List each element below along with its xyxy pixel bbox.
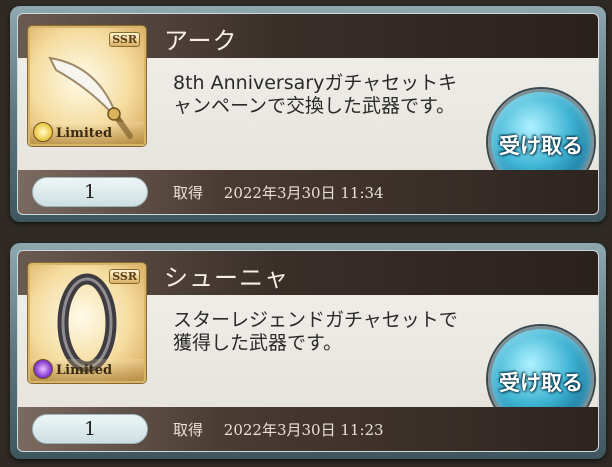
quantity-value: 1 — [83, 418, 97, 440]
acquired-date: 2022年3月30日 11:34 — [223, 184, 384, 202]
item-name: シューニャ — [164, 264, 289, 292]
item-name: アーク — [164, 27, 238, 55]
quantity-value: 1 — [83, 181, 97, 203]
item-card-body: アーク SSR Limited 8th Anniversaryガチャセットキャン… — [17, 13, 599, 215]
receive-button-label: 受け取る — [499, 134, 583, 158]
item-card-body: シューニャ SSR Limited スターレジェンドガチャセットで獲得した武器で… — [17, 250, 599, 452]
acquired-info: 取得 2022年3月30日 11:23 — [173, 419, 384, 440]
item-info-bar: 1 取得 2022年3月30日 11:23 — [18, 407, 598, 451]
limited-label: Limited — [56, 126, 113, 141]
limited-strip: Limited — [30, 122, 144, 144]
acquired-date: 2022年3月30日 11:23 — [223, 421, 384, 439]
item-info-bar: 1 取得 2022年3月30日 11:34 — [18, 170, 598, 214]
acquired-label: 取得 — [173, 421, 204, 439]
quantity-display: 1 — [32, 177, 148, 207]
item-description: 8th Anniversaryガチャセットキャンペーンで交換した武器です。 — [173, 72, 458, 117]
acquired-info: 取得 2022年3月30日 11:34 — [173, 182, 384, 203]
acquired-label: 取得 — [173, 184, 204, 202]
weapon-thumbnail: SSR Limited — [28, 26, 146, 146]
quantity-display: 1 — [32, 414, 148, 444]
light-element-icon — [33, 122, 53, 142]
item-card: アーク SSR Limited 8th Anniversaryガチャセットキャン… — [10, 6, 606, 222]
rarity-badge: SSR — [109, 269, 140, 284]
item-card: シューニャ SSR Limited スターレジェンドガチャセットで獲得した武器で… — [10, 243, 606, 459]
receive-button-label: 受け取る — [499, 371, 583, 395]
rarity-badge: SSR — [109, 32, 140, 47]
limited-strip: Limited — [30, 359, 144, 381]
dark-element-icon — [33, 359, 53, 379]
item-description: スターレジェンドガチャセットで獲得した武器です。 — [173, 309, 458, 354]
limited-label: Limited — [56, 363, 113, 378]
weapon-thumbnail: SSR Limited — [28, 263, 146, 383]
